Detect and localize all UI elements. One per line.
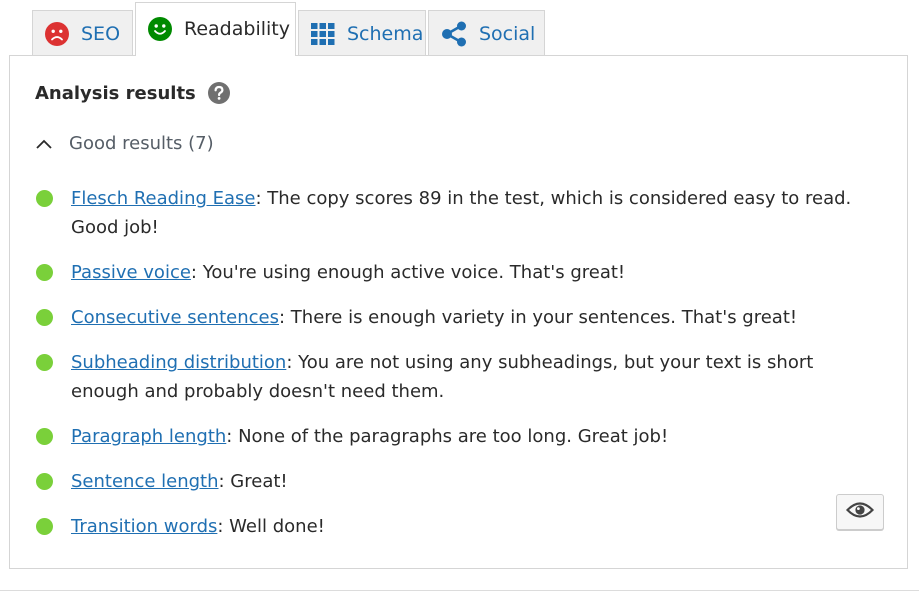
good-status-dot: [36, 428, 53, 445]
good-status-dot: [36, 354, 53, 371]
result-link-sentence-length[interactable]: Sentence length: [71, 471, 219, 492]
result-link-consecutive-sentences[interactable]: Consecutive sentences: [71, 307, 279, 328]
result-text: : Well done!: [217, 516, 325, 537]
good-status-dot: [36, 264, 53, 281]
good-status-dot: [36, 518, 53, 535]
tab-schema[interactable]: Schema: [298, 10, 426, 56]
question-circle-icon[interactable]: [207, 82, 230, 104]
tab-social[interactable]: Social: [428, 10, 545, 56]
list-item: Passive voice: You're using enough activ…: [35, 258, 865, 287]
list-item: Transition words: Well done!: [35, 512, 865, 541]
analysis-results-heading: Analysis results: [35, 82, 230, 104]
good-status-dot: [36, 309, 53, 326]
sad-face-icon: [45, 21, 69, 46]
result-link-subheading-distribution[interactable]: Subheading distribution: [71, 352, 286, 373]
result-text: : You're using enough active voice. That…: [190, 262, 626, 283]
tab-schema-label: Schema: [347, 22, 424, 45]
tab-seo-label: SEO: [81, 22, 121, 45]
good-results-label: Good results (7): [69, 133, 214, 154]
result-link-flesch-reading-ease[interactable]: Flesch Reading Ease: [71, 188, 255, 209]
list-item: Flesch Reading Ease: The copy scores 89 …: [35, 184, 865, 242]
good-results-toggle[interactable]: Good results (7): [35, 133, 214, 154]
result-text: : There is enough variety in your senten…: [279, 307, 798, 328]
good-status-dot: [36, 190, 53, 207]
list-item: Consecutive sentences: There is enough v…: [35, 303, 865, 332]
result-text: : None of the paragraphs are too long. G…: [226, 426, 669, 447]
list-item: Sentence length: Great!: [35, 467, 865, 496]
list-item: Subheading distribution: You are not usi…: [35, 348, 865, 406]
bottom-divider: [0, 590, 919, 591]
list-item: Paragraph length: None of the paragraphs…: [35, 422, 865, 451]
tab-seo[interactable]: SEO: [32, 10, 133, 56]
chevron-up-icon: [35, 138, 53, 150]
result-text: : Great!: [218, 471, 288, 492]
analysis-results-title: Analysis results: [35, 82, 196, 104]
readability-panel: Analysis results Good results (7) Flesch…: [9, 55, 908, 569]
tab-readability[interactable]: Readability: [135, 2, 296, 56]
result-link-passive-voice[interactable]: Passive voice: [71, 262, 191, 283]
highlight-eye-button[interactable]: [836, 494, 884, 530]
result-link-transition-words[interactable]: Transition words: [71, 516, 217, 537]
tab-social-label: Social: [479, 22, 536, 45]
tab-bar: SEO Readability Schema Social: [32, 2, 547, 56]
result-link-paragraph-length[interactable]: Paragraph length: [71, 426, 226, 447]
eye-icon: [845, 501, 875, 523]
good-status-dot: [36, 473, 53, 490]
results-list: Flesch Reading Ease: The copy scores 89 …: [35, 184, 865, 557]
tab-readability-label: Readability: [184, 17, 290, 40]
grid-icon: [311, 22, 335, 45]
smiley-face-icon: [148, 16, 172, 41]
share-icon: [441, 21, 467, 47]
